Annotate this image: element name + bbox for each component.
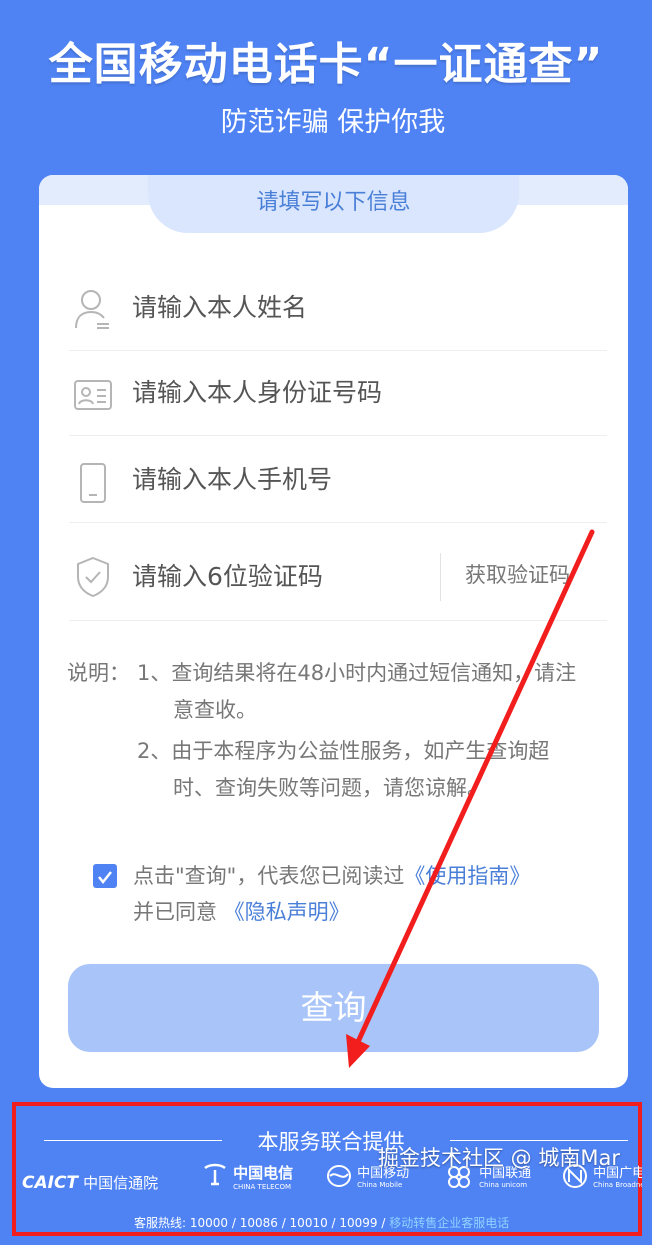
agreement-text-2: 并已同意: [133, 900, 217, 924]
query-button[interactable]: 查询: [68, 964, 599, 1052]
caict-logo: CAICT 中国信通院: [22, 1173, 159, 1193]
divider-right: [450, 1140, 628, 1141]
field-divider: [440, 553, 441, 601]
id-number-field[interactable]: 请输入本人身份证号码: [69, 355, 607, 436]
shield-check-icon: [73, 555, 113, 599]
user-icon: [73, 288, 113, 332]
form-tab-title: 请填写以下信息: [148, 175, 519, 233]
agreement-text-1: 点击"查询"，代表您已阅读过: [133, 864, 405, 888]
privacy-statement-link[interactable]: 《隐私声明》: [224, 900, 350, 924]
name-field[interactable]: 请输入本人姓名: [69, 270, 607, 351]
instruction-item-1: 1、查询结果将在48小时内通过短信通知，请注 意查收。: [137, 655, 607, 729]
instruction-1-line-2: 意查收。: [173, 698, 257, 722]
instruction-2-line-2: 时、查询失败等问题，请您谅解。: [173, 776, 488, 800]
hotline: 客服热线: 10000 / 10086 / 10010 / 10099 / 移动…: [134, 1214, 509, 1231]
agreement-line-2: 并已同意 《隐私声明》: [133, 894, 350, 930]
china-telecom-logo: 中国电信 CHINA TELECOM: [202, 1162, 293, 1206]
get-code-button[interactable]: 获取验证码: [465, 559, 570, 589]
phone-input[interactable]: 请输入本人手机号: [132, 460, 332, 496]
agree-checkbox[interactable]: [93, 864, 117, 888]
instructions-label: 说明：: [67, 661, 130, 685]
id-number-input[interactable]: 请输入本人身份证号码: [132, 373, 382, 409]
instruction-2-line-1: 2、由于本程序为公益性服务，如产生查询超: [137, 739, 550, 763]
verification-field[interactable]: 请输入6位验证码 获取验证码: [69, 533, 607, 621]
usage-guide-link[interactable]: 《使用指南》: [404, 864, 530, 888]
page-title: 全国移动电话卡“一证通查”: [48, 39, 604, 90]
form-tab-label: 请填写以下信息: [256, 190, 411, 215]
page-subtitle: 防范诈骗 保护你我: [220, 107, 446, 138]
verification-code-input[interactable]: 请输入6位验证码: [132, 557, 323, 593]
hotline-numbers: 客服热线: 10000 / 10086 / 10010 / 10099 /: [134, 1216, 386, 1230]
phone-icon: [73, 460, 113, 504]
instruction-item-2: 2、由于本程序为公益性服务，如产生查询超 时、查询失败等问题，请您谅解。: [137, 733, 607, 807]
id-card-icon: [73, 373, 113, 417]
form-card: 请填写以下信息 请输入本人姓名 请输入本人身份证号码 请输入本人手机号 请输入6…: [39, 175, 628, 1088]
telecom-icon: [204, 1163, 226, 1186]
phone-field[interactable]: 请输入本人手机号: [69, 442, 607, 523]
mobile-icon: [327, 1165, 351, 1187]
agreement-line-1: 点击"查询"，代表您已阅读过《使用指南》: [133, 858, 530, 894]
mvno-hotline-link[interactable]: 移动转售企业客服电话: [389, 1216, 509, 1230]
instruction-1-line-1: 1、查询结果将在48小时内通过短信通知，请注: [137, 661, 577, 685]
watermark: 掘金技术社区 @ 城南Mar: [378, 1146, 620, 1170]
check-icon: [98, 871, 112, 885]
name-input[interactable]: 请输入本人姓名: [132, 288, 307, 324]
